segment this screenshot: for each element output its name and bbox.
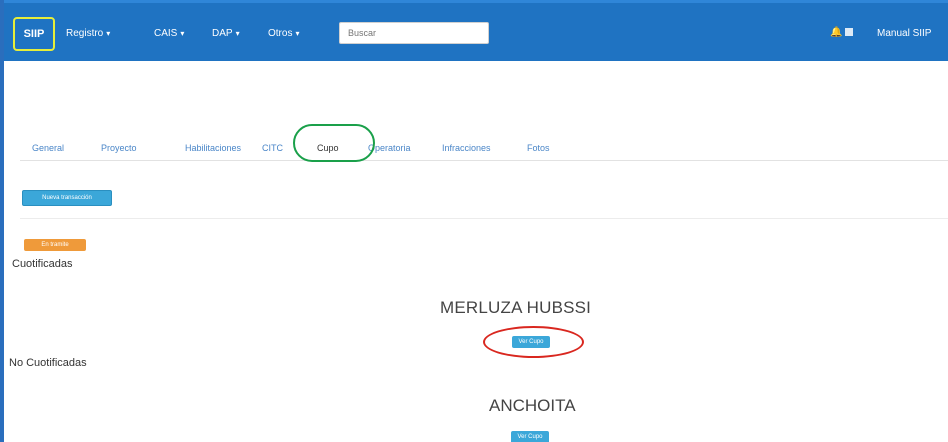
menu-label: CAIS <box>154 28 178 39</box>
status-badge: En tramite <box>24 239 86 251</box>
highlight-circle-red <box>483 326 584 358</box>
ver-cupo-button[interactable]: Ver Cupo <box>511 431 549 442</box>
new-transaction-button[interactable]: Nueva transacción <box>22 190 112 206</box>
section-heading-cuotificadas: Cuotificadas <box>12 258 73 270</box>
caret-down-icon: ▾ <box>235 29 240 38</box>
menu-label: Registro <box>66 28 104 39</box>
brand-label: SIIP <box>23 28 45 40</box>
menu-label: DAP <box>212 28 233 39</box>
tab-divider <box>20 160 948 161</box>
menu-cais[interactable]: CAIS ▾ <box>154 28 184 39</box>
caret-down-icon: ▾ <box>295 29 300 38</box>
tab-infracciones[interactable]: Infracciones <box>442 143 491 153</box>
left-border <box>0 0 4 442</box>
menu-registro[interactable]: Registro ▾ <box>66 28 110 39</box>
menu-dap[interactable]: DAP ▾ <box>212 28 240 39</box>
tab-proyecto[interactable]: Proyecto <box>101 143 137 153</box>
section-divider <box>20 218 948 219</box>
user-icon[interactable] <box>845 28 853 36</box>
bell-icon[interactable]: 🔔 <box>830 27 842 38</box>
tab-general[interactable]: General <box>32 143 64 153</box>
menu-otros[interactable]: Otros ▾ <box>268 28 299 39</box>
section-heading-no-cuotificadas: No Cuotificadas <box>9 357 87 369</box>
search-input[interactable] <box>339 22 489 44</box>
brand-logo[interactable]: SIIP <box>13 17 55 51</box>
menu-label: Otros <box>268 28 293 39</box>
top-navbar: SIIP Registro▾ CAIS▾ DAP▾ Otros▾ 🔔 Manua… <box>4 0 948 61</box>
tab-habilitaciones[interactable]: Habilitaciones <box>185 143 241 153</box>
highlight-circle-green <box>293 124 375 162</box>
species-title: ANCHOITA <box>489 396 576 415</box>
caret-down-icon: ▾ <box>180 29 185 38</box>
tab-fotos[interactable]: Fotos <box>527 143 550 153</box>
species-title: MERLUZA HUBSSI <box>440 298 592 317</box>
manual-link[interactable]: Manual SIIP <box>877 28 931 39</box>
tab-citc[interactable]: CITC <box>262 143 283 153</box>
tab-bar: General Proyecto Habilitaciones CITC Cup… <box>30 138 948 158</box>
caret-down-icon: ▾ <box>106 29 111 38</box>
